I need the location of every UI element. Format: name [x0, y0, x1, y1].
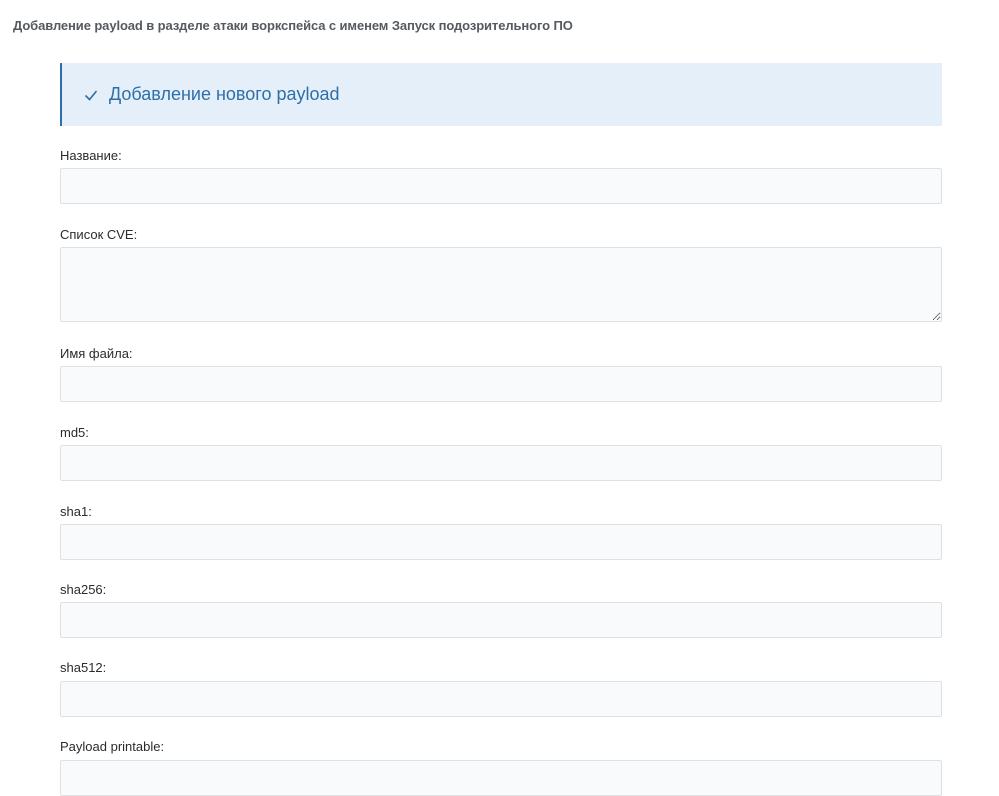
- name-field-group: Название:: [60, 148, 122, 163]
- sha256-field-group: sha256:: [60, 582, 106, 597]
- file-name-field-group: Имя файла:: [60, 346, 133, 361]
- sha1-input[interactable]: [60, 524, 942, 560]
- md5-field-group: md5:: [60, 425, 89, 440]
- add-payload-form: Добавление нового payload Название: Спис…: [60, 63, 942, 796]
- payload-printable-field-group: Payload printable:: [60, 739, 164, 754]
- file-name-label: Имя файла:: [60, 346, 133, 361]
- name-label: Название:: [60, 148, 122, 163]
- cve-list-field-group: Список CVE:: [60, 227, 137, 242]
- cve-list-label: Список CVE:: [60, 227, 138, 242]
- payload-printable-label: Payload printable:: [60, 739, 165, 754]
- section-title: Добавление нового payload: [109, 84, 340, 104]
- sha512-label: sha512:: [60, 660, 107, 675]
- sha512-input[interactable]: [60, 681, 942, 717]
- file-name-input[interactable]: [60, 366, 942, 402]
- cve-list-textarea[interactable]: [60, 247, 942, 322]
- sha256-label: sha256:: [60, 582, 107, 597]
- check-icon: [84, 88, 98, 102]
- payload-printable-input[interactable]: [60, 760, 942, 796]
- section-header[interactable]: Добавление нового payload: [60, 63, 942, 126]
- sha1-label: sha1:: [60, 504, 92, 519]
- md5-label: md5:: [60, 425, 89, 440]
- sha1-field-group: sha1:: [60, 504, 92, 519]
- name-input[interactable]: [60, 168, 942, 204]
- sha256-input[interactable]: [60, 602, 942, 638]
- sha512-field-group: sha512:: [60, 660, 106, 675]
- page-title: Добавление payload в разделе атаки воркс…: [13, 18, 573, 33]
- md5-input[interactable]: [60, 445, 942, 481]
